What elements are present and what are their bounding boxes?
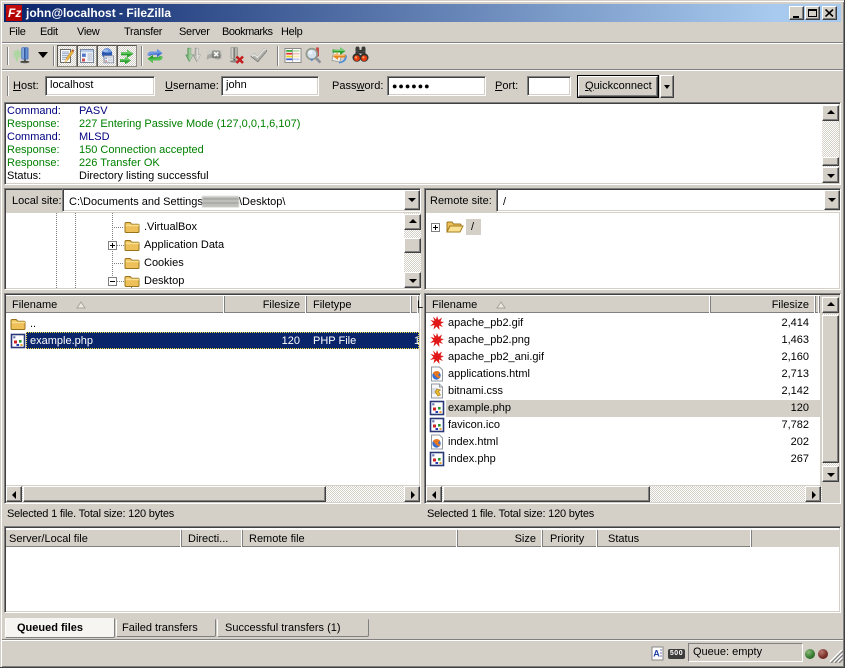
svg-text:A: A: [653, 649, 660, 659]
svg-text:Fz: Fz: [8, 6, 21, 20]
